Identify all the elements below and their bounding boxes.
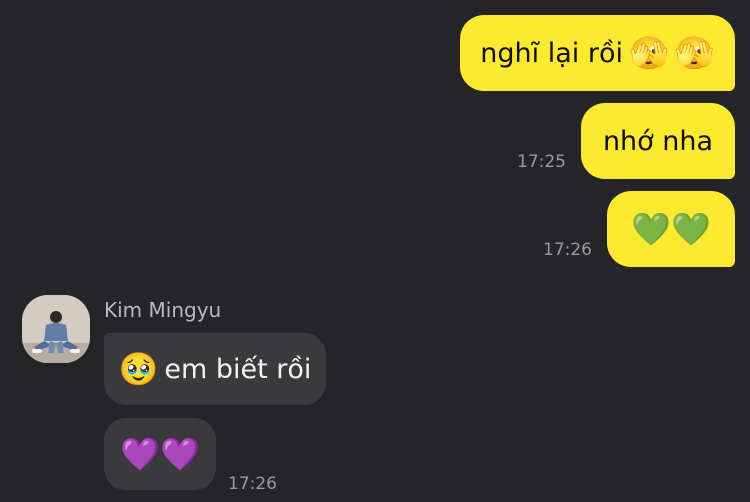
- message-timestamp: 17:26: [543, 240, 592, 260]
- green-heart-icon: 💚: [671, 210, 711, 248]
- message-text: nhớ nha: [602, 125, 714, 157]
- outgoing-message-bubble[interactable]: 💚 💚: [607, 191, 735, 267]
- face-peeking-icon: 🫣: [629, 34, 669, 72]
- face-peeking-icon: 🫣: [674, 34, 715, 72]
- user-photo-icon: [22, 295, 90, 363]
- contact-name: Kim Mingyu: [104, 298, 222, 322]
- message-timestamp: 17:25: [517, 152, 566, 172]
- incoming-message-bubble[interactable]: 💜 💜: [104, 418, 216, 490]
- purple-heart-icon: 💜: [120, 435, 160, 473]
- message-text: nghĩ lại rồi: [480, 37, 623, 69]
- avatar[interactable]: [22, 295, 90, 363]
- green-heart-icon: 💚: [631, 210, 671, 248]
- incoming-message-bubble[interactable]: 🥹 em biết rồi: [104, 333, 326, 405]
- pleading-face-icon: 🥹: [118, 350, 159, 388]
- purple-heart-icon: 💜: [160, 435, 200, 473]
- outgoing-message-bubble[interactable]: nhớ nha: [581, 103, 735, 179]
- chat-thread: nghĩ lại rồi 🫣 🫣 nhớ nha 17:25 💚 💚 17:26…: [0, 0, 750, 502]
- message-text: em biết rồi: [164, 353, 312, 385]
- outgoing-message-bubble[interactable]: nghĩ lại rồi 🫣 🫣: [460, 15, 735, 91]
- message-timestamp: 17:26: [228, 474, 277, 494]
